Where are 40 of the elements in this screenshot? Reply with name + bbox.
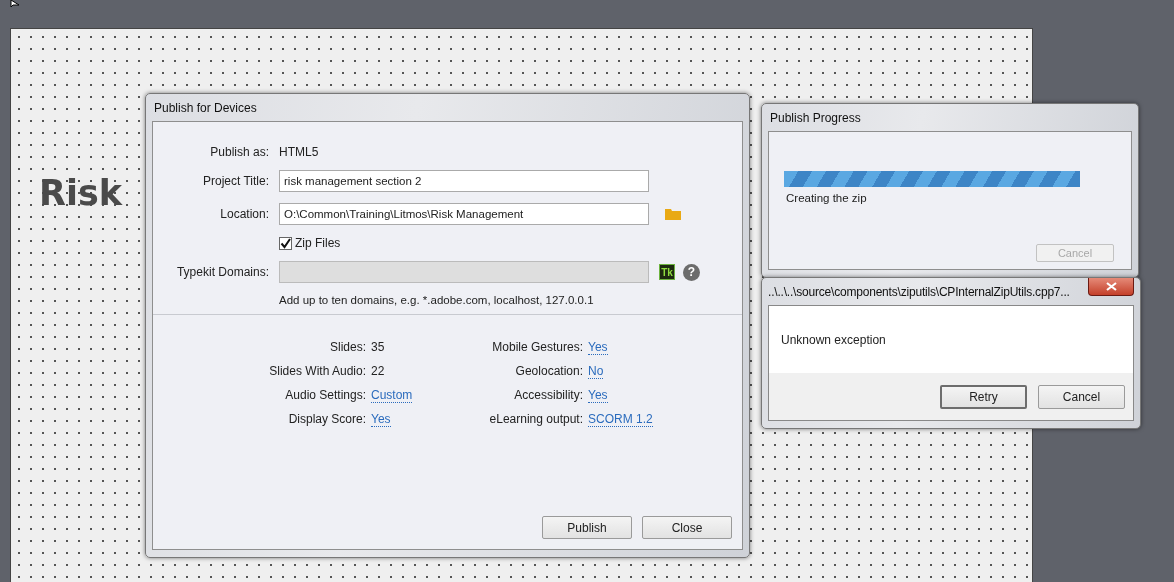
- setting-link[interactable]: SCORM 1.2: [588, 412, 653, 427]
- window-title: Publish Progress: [769, 109, 862, 127]
- setting-link[interactable]: Yes: [588, 388, 608, 403]
- error-message: Unknown exception: [781, 332, 886, 347]
- setting-link[interactable]: Custom: [371, 388, 413, 403]
- setting-link[interactable]: Yes: [371, 412, 391, 427]
- text-field[interactable]: risk management section 2: [279, 170, 649, 192]
- cancel-button: Cancel: [1036, 244, 1114, 262]
- cancel-button[interactable]: Cancel: [1038, 384, 1125, 409]
- close-button[interactable]: Close: [642, 516, 732, 539]
- cursor-icon: [10, 0, 20, 8]
- stat-value: 35: [371, 340, 385, 354]
- field-value: HTML5: [279, 145, 320, 159]
- checkbox-label: Zip Files: [295, 236, 341, 250]
- stat-label: Slides:: [328, 340, 366, 354]
- retry-button[interactable]: Retry: [940, 384, 1027, 409]
- field-label: Publish as:: [209, 145, 269, 159]
- slide-heading: Risk: [39, 176, 123, 211]
- field-label: Project Title:: [201, 174, 269, 188]
- stat-label: Geolocation:: [514, 364, 583, 378]
- checkbox[interactable]: [279, 236, 292, 250]
- stat-label: eLearning output:: [488, 412, 583, 426]
- stat-label: Mobile Gestures:: [491, 340, 583, 354]
- status-text: Creating the zip: [786, 192, 868, 204]
- close-icon[interactable]: [1105, 282, 1117, 291]
- publish-button[interactable]: Publish: [542, 516, 632, 539]
- stat-label: Slides With Audio:: [268, 364, 366, 378]
- setting-link[interactable]: No: [588, 364, 604, 379]
- close-button[interactable]: [1088, 278, 1134, 296]
- stat-label: Display Score:: [287, 412, 366, 426]
- field-label: Typekit Domains:: [175, 265, 269, 279]
- window-title: ..\..\..\source\components\ziputils\CPInternalZipUtils.cpp7...: [768, 284, 1070, 299]
- stat-label: Accessibility:: [513, 388, 583, 402]
- window-title: Publish for Devices: [153, 99, 258, 117]
- text-field[interactable]: O:\Common\Training\Litmos\Risk Management: [279, 203, 649, 225]
- stat-value: 22: [371, 364, 385, 378]
- field-label: Location:: [219, 207, 269, 221]
- stat-label: Audio Settings:: [284, 388, 366, 402]
- hint-text: Add up to ten domains, e.g. *.adobe.com, localhost, 127.0.0.1: [279, 294, 595, 306]
- setting-link[interactable]: Yes: [588, 340, 608, 355]
